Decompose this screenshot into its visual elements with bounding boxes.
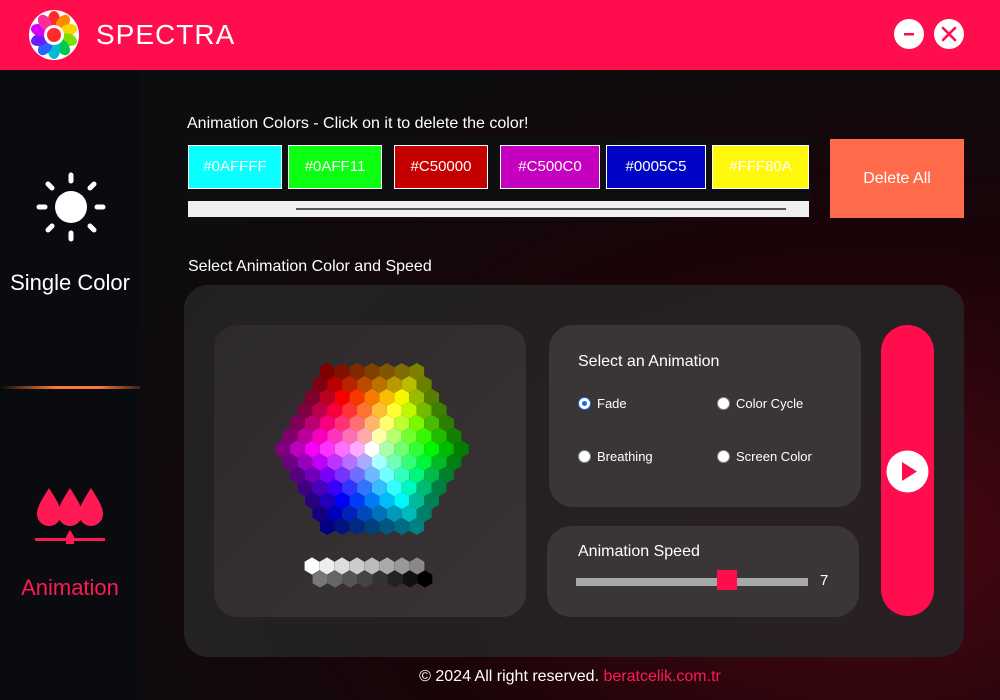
animation-colors-title: Animation Colors - Click on it to delete… — [187, 115, 529, 132]
radio-dot — [717, 397, 730, 410]
color-chip-label: #C500C0 — [518, 158, 582, 175]
spectra-logo — [29, 10, 79, 60]
color-chip-label: #C50000 — [410, 158, 472, 175]
color-chip-label: #0AFFFF — [203, 158, 267, 175]
sidebar-item-label: Animation — [21, 575, 119, 600]
radio-label: Breathing — [597, 449, 653, 464]
title-bar: SPECTRA — [0, 0, 1000, 70]
animation-speed-card: Animation Speed 7 — [547, 526, 859, 617]
color-chip-label: #0AFF11 — [304, 158, 366, 175]
animation-select-title: Select an Animation — [578, 353, 720, 370]
select-section-title: Select Animation Color and Speed — [188, 258, 432, 275]
close-button[interactable] — [934, 19, 964, 49]
sidebar-divider — [0, 386, 140, 389]
color-chip-label: #FFF80A — [729, 158, 792, 175]
close-icon — [941, 26, 957, 42]
radio-dot — [578, 397, 591, 410]
footer: © 2024 All right reserved. beratcelik.co… — [140, 668, 1000, 686]
author-link[interactable]: beratcelik.com.tr — [603, 668, 720, 685]
scrollbar-thumb[interactable] — [296, 208, 786, 210]
minimize-button[interactable] — [894, 19, 924, 49]
color-chip[interactable]: #0AFFFF — [188, 145, 282, 189]
color-picker-card — [214, 325, 526, 617]
droplets-icon — [35, 488, 105, 544]
radio-label: Fade — [597, 396, 627, 411]
main-content: Animation Colors - Click on it to delete… — [140, 70, 1000, 700]
delete-all-button[interactable]: Delete All — [830, 139, 964, 218]
animation-select-card: Select an Animation Fade Color Cycle Bre… — [549, 325, 861, 507]
speed-value: 7 — [820, 572, 829, 589]
app-title: SPECTRA — [96, 19, 236, 50]
play-button[interactable] — [881, 325, 934, 616]
play-icon — [886, 450, 929, 493]
radio-label: Color Cycle — [736, 396, 804, 411]
copyright-text: © 2024 All right reserved. — [419, 668, 600, 685]
gray-swatch[interactable] — [304, 557, 320, 575]
sidebar-item-animation[interactable]: Animation — [0, 470, 140, 620]
color-chip[interactable]: #C50000 — [394, 145, 488, 189]
gray-swatch[interactable] — [417, 570, 433, 588]
sidebar-item-single-color[interactable]: Single Color — [0, 150, 140, 310]
color-chip[interactable]: #0AFF11 — [288, 145, 382, 189]
sidebar: Single Color Animation — [0, 70, 140, 700]
color-chip[interactable]: #0005C5 — [606, 145, 706, 189]
animation-settings-panel: Select an Animation Fade Color Cycle Bre… — [184, 285, 964, 657]
radio-dot — [717, 450, 730, 463]
sidebar-item-label: Single Color — [10, 270, 130, 295]
color-chip-label: #0005C5 — [625, 158, 687, 175]
speed-slider[interactable] — [576, 578, 808, 586]
animation-color-list: #0AFFFF #0AFF11 #C50000 #C500C0 #0005C5 … — [186, 138, 810, 218]
sun-icon — [36, 172, 106, 242]
radio-label: Screen Color — [736, 449, 812, 464]
animation-speed-title: Animation Speed — [578, 543, 700, 560]
minus-icon — [904, 33, 914, 36]
hex-color-picker[interactable] — [214, 325, 526, 617]
speed-slider-thumb[interactable] — [717, 570, 738, 590]
radio-dot — [578, 450, 591, 463]
horizontal-scrollbar[interactable] — [188, 201, 809, 217]
color-chip[interactable]: #C500C0 — [500, 145, 600, 189]
color-chip[interactable]: #FFF80A — [712, 145, 809, 189]
